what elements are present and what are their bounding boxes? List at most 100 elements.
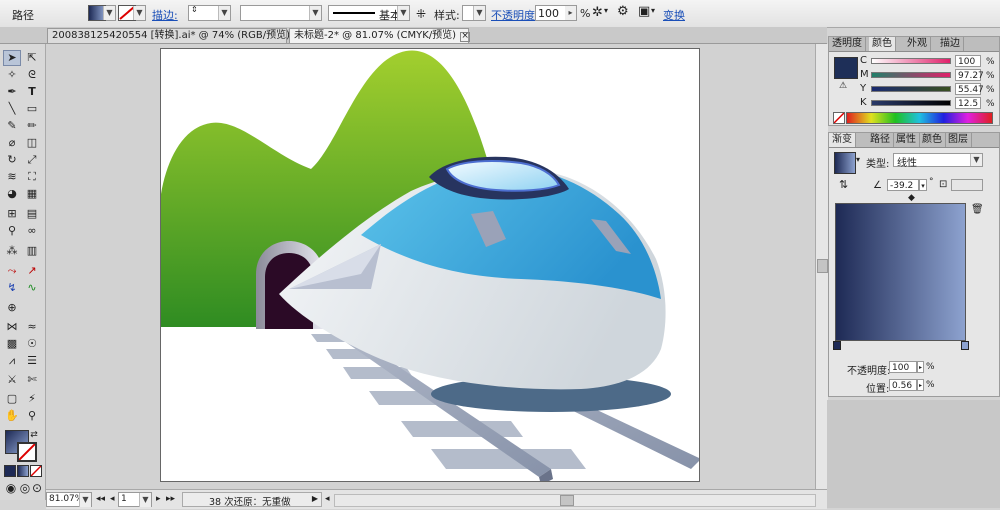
tab-stroke[interactable]: 描边 [937, 37, 964, 51]
zoom-field[interactable]: 81.07% ▼ [46, 492, 92, 507]
recolor-icon[interactable]: ✲ [592, 5, 603, 21]
scissors-tool-icon[interactable]: ✄ [23, 372, 41, 388]
gradient-slider[interactable] [835, 203, 966, 341]
rectangle-tool-icon[interactable]: ▭ [23, 101, 41, 117]
stroke-link[interactable]: 描边: [152, 7, 178, 23]
artboard[interactable] [160, 48, 700, 482]
lasso-tool-icon[interactable]: ᘓ [23, 67, 41, 83]
reverse-gradient-icon[interactable]: ⇅ [839, 178, 848, 191]
stroke-dropdown[interactable]: ▼ [133, 5, 146, 21]
blend-tool-icon[interactable]: ∞ [23, 223, 41, 239]
gradient-type-dropdown[interactable]: 线性 ▼ [893, 153, 983, 169]
gradient-tool-icon[interactable]: ▤ [23, 206, 41, 222]
gamut-warning-icon[interactable]: ⚠ [839, 81, 847, 91]
position-arrow[interactable]: ▸ [917, 379, 924, 391]
mesh-tool-icon[interactable]: ⊞ [3, 206, 21, 222]
opacity-input[interactable]: 100 [535, 5, 567, 21]
stroke-weight-field[interactable]: ⇕ ▼ [188, 5, 231, 21]
opacity-arrow[interactable]: ▸ [565, 5, 577, 21]
tab-color[interactable]: 颜色 [919, 133, 946, 147]
channel-c-value[interactable]: 100 [955, 55, 981, 67]
knife-tool-icon[interactable]: ⚔ [3, 372, 21, 388]
channel-m-value[interactable]: 97.27 [955, 69, 984, 81]
perspective-grid-tool-icon[interactable]: ▦ [23, 186, 41, 202]
pucker-tool-icon[interactable]: ☉ [23, 336, 41, 352]
stroke-profile-dropdown[interactable]: 基本 ▼ [328, 5, 410, 22]
envelope-tool-icon[interactable]: ⋈ [3, 319, 21, 335]
transform-link[interactable]: 变换 [663, 7, 685, 23]
tab-attributes[interactable]: 属性 [893, 133, 920, 147]
slider-m[interactable] [871, 72, 951, 78]
history-status[interactable]: 38 次还原：无重做 ▶ [182, 492, 322, 508]
stop-opacity-input[interactable]: 100 [889, 361, 917, 373]
column-graph-tool-icon[interactable]: ▥ [23, 243, 41, 259]
slider-y[interactable] [871, 86, 951, 92]
stop-position-input[interactable]: 0.56 [889, 379, 917, 391]
slider-c[interactable] [871, 58, 951, 64]
selection-tool-icon[interactable]: ➤ [3, 50, 21, 66]
pen-tool-icon[interactable]: ✒ [3, 84, 21, 100]
slice-select-tool-icon[interactable]: ⚡ [23, 391, 41, 407]
fill-color-swatch[interactable] [834, 57, 858, 79]
angle-dropdown[interactable]: ▾ [919, 179, 927, 191]
tab-transparency[interactable]: 透明度 [829, 37, 866, 51]
none-mode-icon[interactable] [30, 465, 42, 477]
width-tool-icon[interactable]: ↯ [3, 280, 21, 296]
color-stop-start[interactable] [833, 341, 841, 350]
list-tool-icon[interactable]: ☰ [23, 353, 41, 369]
type-tool-icon[interactable]: T [23, 84, 41, 100]
screen-mode-icon[interactable]: ⊙ [28, 480, 46, 496]
scroll-thumb[interactable] [817, 259, 828, 273]
isolate-icon[interactable]: ⁜ [416, 7, 426, 23]
slider-k[interactable] [871, 100, 951, 106]
angle-input[interactable]: -39.2 [887, 179, 919, 191]
brush-definition-dropdown[interactable]: ▼ [240, 5, 322, 21]
color-mode-icon[interactable] [4, 465, 16, 477]
tab-color[interactable]: 颜色 [869, 37, 896, 51]
color-stop-end[interactable] [961, 341, 969, 350]
channel-k-value[interactable]: 12.5 [955, 97, 981, 109]
tab-document-2[interactable]: 未标题-2* @ 81.07% (CMYK/预览) × [289, 28, 471, 43]
chevron-down-icon[interactable]: ▾ [604, 6, 608, 22]
direct-selection-tool-icon[interactable]: ⇱ [23, 50, 41, 66]
gradient-mode-icon[interactable] [17, 465, 29, 477]
blob-brush-tool-icon[interactable]: ⌀ [3, 135, 21, 151]
none-color-icon[interactable] [833, 112, 845, 124]
midpoint-diamond-icon[interactable]: ◆ [908, 193, 915, 203]
channel-y-value[interactable]: 55.47 [955, 83, 984, 95]
symbol-sprayer-tool-icon[interactable]: ⁂ [3, 243, 21, 259]
chevron-down-icon[interactable]: ▾ [651, 6, 655, 22]
train-illustration[interactable] [161, 49, 700, 482]
tab-gradient[interactable]: 渐变 [829, 133, 856, 147]
wave-tool-icon[interactable]: ∿ [23, 280, 41, 296]
zoom-tool-icon[interactable]: ⚲ [23, 408, 41, 424]
eraser-tool-icon[interactable]: ◫ [23, 135, 41, 151]
artboard-number-field[interactable]: 1 ▼ [118, 492, 152, 507]
opacity-link[interactable]: 不透明度: [491, 7, 539, 23]
tab-path[interactable]: 路径 [867, 133, 894, 147]
warp-envelope-tool-icon[interactable]: ≈ [23, 319, 41, 335]
warp-tool-icon[interactable]: ≋ [3, 169, 21, 185]
magic-wand-tool-icon[interactable]: ✧ [3, 67, 21, 83]
line-tool-icon[interactable]: ╲ [3, 101, 21, 117]
horizontal-scrollbar[interactable] [334, 494, 816, 507]
pencil-tool-icon[interactable]: ✏ [23, 118, 41, 134]
fill-dropdown[interactable]: ▼ [103, 5, 116, 21]
slice-tool-icon[interactable]: ↗ [23, 263, 41, 279]
scale-tool-icon[interactable]: ⤢ [23, 152, 41, 168]
crosshair-tool-icon[interactable]: ⊕ [3, 300, 21, 316]
close-icon[interactable]: × [460, 32, 471, 42]
graphic-style-dropdown[interactable]: ▼ [462, 5, 486, 21]
shape-builder-tool-icon[interactable]: ◕ [3, 186, 21, 202]
artboard-rect-tool-icon[interactable]: ▢ [3, 391, 21, 407]
paintbrush-tool-icon[interactable]: ✎ [3, 118, 21, 134]
free-transform-tool-icon[interactable]: ⛶ [23, 169, 41, 185]
swap-colors-icon[interactable]: ⇄ [27, 427, 41, 443]
scroll-thumb[interactable] [560, 495, 574, 506]
tab-appearance[interactable]: 外观 [904, 37, 931, 51]
eyedropper-tool-icon[interactable]: ⚲ [3, 223, 21, 239]
chevron-down-icon[interactable]: ▾ [856, 155, 860, 164]
gear-icon[interactable]: ⚙ [617, 4, 629, 20]
tab-layers[interactable]: 图层 [945, 133, 972, 147]
gradient-preview-swatch[interactable] [834, 152, 856, 174]
